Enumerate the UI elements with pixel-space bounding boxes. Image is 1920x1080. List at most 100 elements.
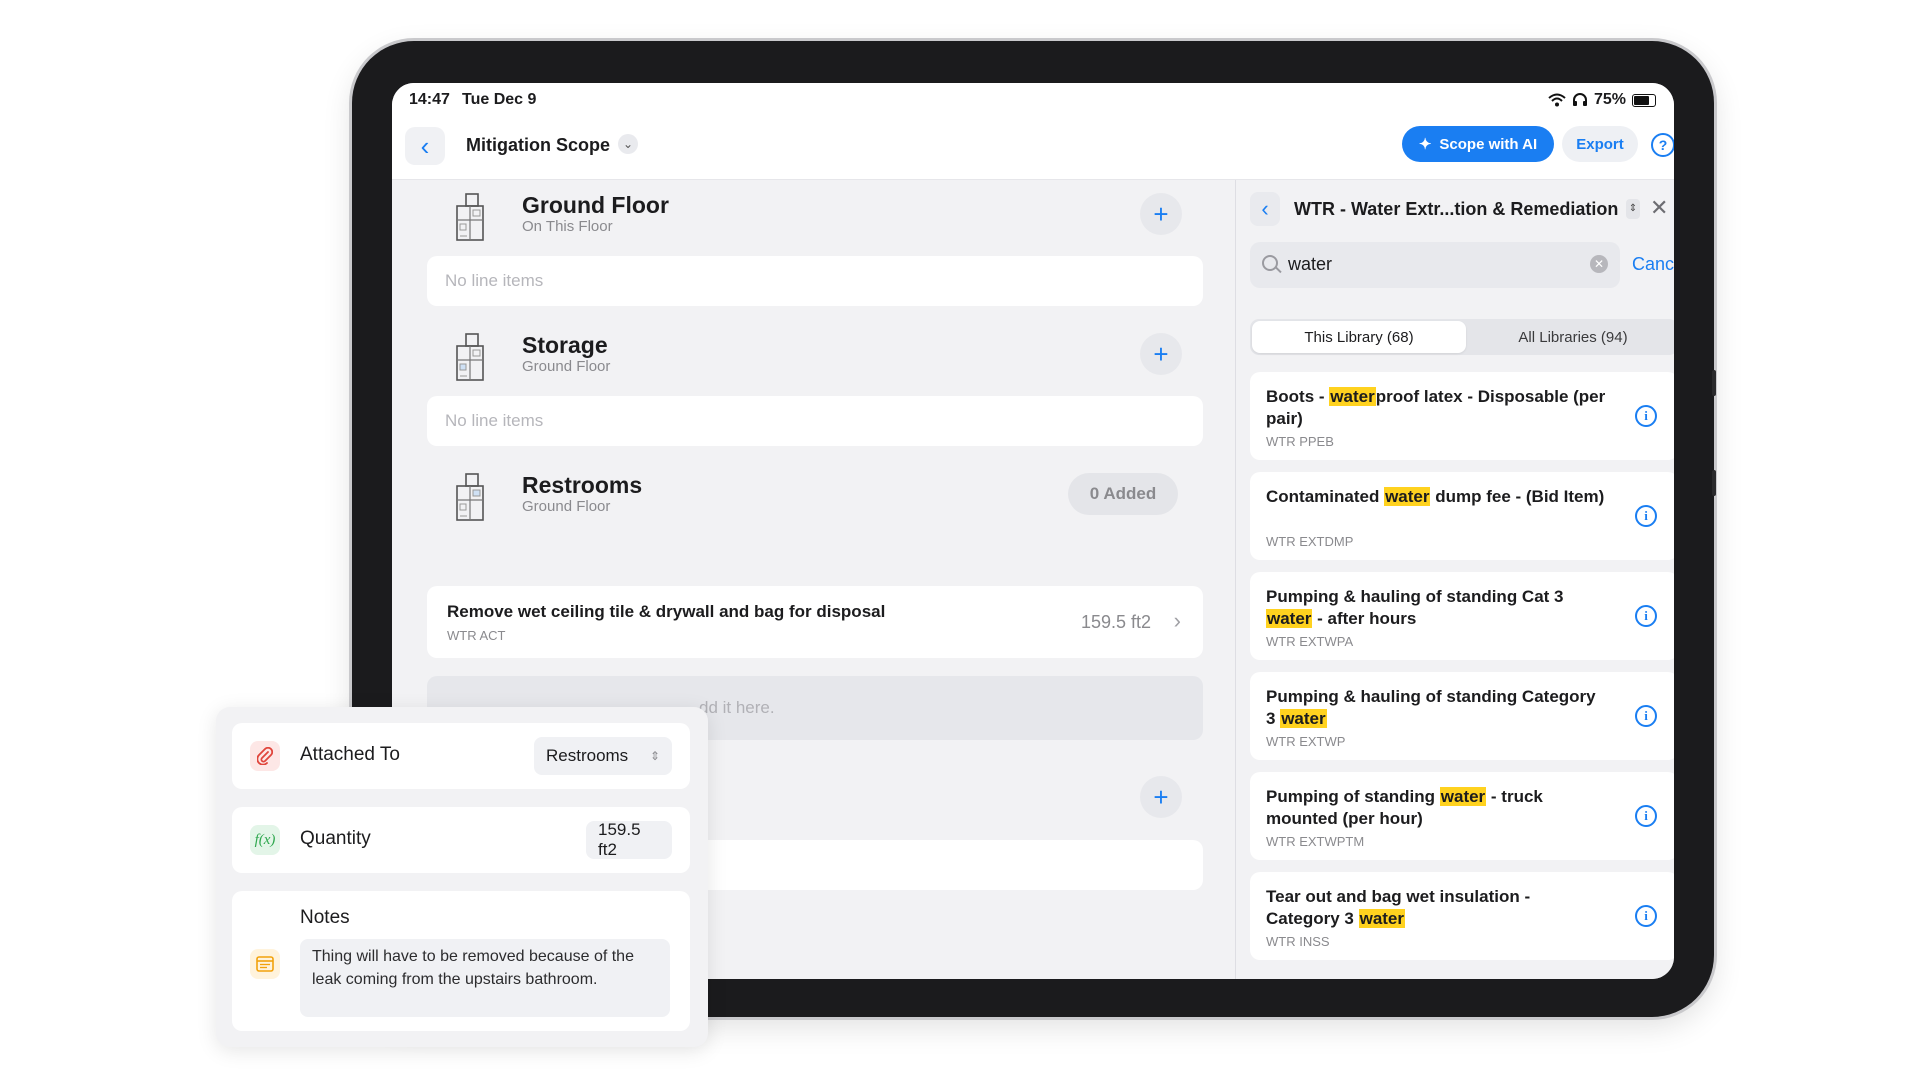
attached-to-value: Restrooms xyxy=(546,746,629,765)
search-match-highlight: water xyxy=(1266,609,1313,628)
wifi-icon xyxy=(1548,93,1566,107)
chevron-left-icon: ‹ xyxy=(420,130,430,161)
plus-icon: + xyxy=(1153,338,1169,369)
line-item-library-panel: ‹ WTR - Water Extr...tion & Remediation … xyxy=(1235,180,1674,979)
status-time: 14:47 xyxy=(409,91,450,108)
line-item-code: WTR ACT xyxy=(447,628,506,643)
result-title-text: Pumping of standing xyxy=(1266,787,1440,806)
info-icon[interactable]: i xyxy=(1635,405,1657,427)
add-item-button[interactable]: + xyxy=(1140,776,1182,818)
quantity-field[interactable]: 159.5 ft2 xyxy=(586,820,672,859)
search-result-item[interactable]: Contaminated water dump fee - (Bid Item)… xyxy=(1250,472,1674,560)
drop-zone-hint: dd it here. xyxy=(699,698,775,717)
result-title: Contaminated water dump fee - (Bid Item) xyxy=(1266,486,1606,508)
attached-to-select[interactable]: Restrooms ⇕ xyxy=(534,737,672,775)
search-result-item[interactable]: Pumping of standing water - truck mounte… xyxy=(1250,772,1674,860)
result-code: WTR EXTWP xyxy=(1266,734,1346,749)
search-input[interactable]: water ✕ xyxy=(1250,242,1620,288)
result-title-text: Pumping & hauling of standing Cat 3 xyxy=(1266,587,1564,606)
room-title: Ground Floor xyxy=(522,192,669,218)
result-title: Pumping & hauling of standing Cat 3 wate… xyxy=(1266,586,1606,630)
status-bar: 14:47 Tue Dec 9 75% xyxy=(392,83,1674,117)
paperclip-icon xyxy=(250,741,280,771)
chevron-down-icon[interactable]: ⌄ xyxy=(618,134,638,154)
result-title-text: Contaminated xyxy=(1266,487,1385,506)
plus-icon: + xyxy=(1153,781,1169,812)
search-result-item[interactable]: Boots - waterproof latex - Disposable (p… xyxy=(1250,372,1674,460)
question-circle-icon[interactable]: ? xyxy=(1651,133,1674,157)
headphones-icon xyxy=(1572,93,1587,106)
result-title: Tear out and bag wet insulation - Catego… xyxy=(1266,886,1606,930)
close-icon[interactable]: ✕ xyxy=(1650,195,1668,221)
device-side-button xyxy=(1712,470,1716,496)
notes-icon xyxy=(250,949,280,979)
info-icon[interactable]: i xyxy=(1635,505,1657,527)
room-title: Restrooms xyxy=(522,472,643,498)
clear-icon[interactable]: ✕ xyxy=(1590,255,1608,273)
info-icon[interactable]: i xyxy=(1635,905,1657,927)
room-subtitle: On This Floor xyxy=(522,218,613,235)
panel-back-button[interactable]: ‹ xyxy=(1250,192,1280,226)
room-header-restrooms[interactable]: Restrooms Ground Floor 0 Added xyxy=(392,460,1234,540)
notes-label: Notes xyxy=(300,907,350,928)
battery-percent: 75% xyxy=(1593,91,1626,108)
back-button[interactable]: ‹ xyxy=(405,127,445,165)
room-header-storage[interactable]: Storage Ground Floor + xyxy=(392,320,1234,400)
quantity-row: f(x) Quantity 159.5 ft2 xyxy=(232,807,690,873)
notes-textarea[interactable]: Thing will have to be removed because of… xyxy=(300,939,670,1017)
room-subtitle: Ground Floor xyxy=(522,358,611,375)
room-header-ground-floor[interactable]: Ground Floor On This Floor + xyxy=(392,180,1234,260)
tab-this-library[interactable]: This Library (68) xyxy=(1252,321,1466,353)
added-count-badge[interactable]: 0 Added xyxy=(1068,473,1178,515)
result-title-text: - after hours xyxy=(1312,609,1417,628)
result-title: Pumping & hauling of standing Category 3… xyxy=(1266,686,1606,730)
plus-icon: + xyxy=(1153,198,1169,229)
empty-line-items: No line items xyxy=(427,256,1203,306)
search-match-highlight: water xyxy=(1280,709,1327,728)
sparkle-icon: ✦ xyxy=(1418,136,1432,153)
nav-bar: ‹ Mitigation Scope ⌄ ✦ Scope with AI Exp… xyxy=(392,117,1674,180)
status-indicators: 75% xyxy=(1548,91,1656,109)
search-value: water xyxy=(1288,254,1333,274)
quantity-label: Quantity xyxy=(300,828,371,849)
search-match-highlight: water xyxy=(1439,787,1487,806)
empty-line-items: No line items xyxy=(427,396,1203,446)
chevron-up-down-icon[interactable]: ⇕ xyxy=(1626,199,1640,219)
line-item-quantity: 159.5 ft2 xyxy=(1080,612,1151,632)
scope-with-ai-button[interactable]: ✦ Scope with AI xyxy=(1402,126,1554,162)
floor-plan-icon xyxy=(456,193,484,241)
info-icon[interactable]: i xyxy=(1635,605,1657,627)
result-code: WTR INSS xyxy=(1266,934,1330,949)
info-icon[interactable]: i xyxy=(1635,805,1657,827)
line-item[interactable]: Remove wet ceiling tile & drywall and ba… xyxy=(427,586,1203,658)
add-item-button[interactable]: + xyxy=(1140,333,1182,375)
cancel-button[interactable]: Cancel xyxy=(1632,254,1674,275)
search-result-item[interactable]: Pumping & hauling of standing Category 3… xyxy=(1250,672,1674,760)
result-code: WTR EXTWPA xyxy=(1266,634,1354,649)
tab-all-libraries[interactable]: All Libraries (94) xyxy=(1468,321,1674,353)
attached-to-row: Attached To Restrooms ⇕ xyxy=(232,723,690,789)
status-date: Tue Dec 9 xyxy=(462,91,537,108)
export-button[interactable]: Export xyxy=(1562,126,1638,162)
result-title-text: Boots - xyxy=(1266,387,1330,406)
line-item-title: Remove wet ceiling tile & drywall and ba… xyxy=(447,602,886,621)
device-side-button xyxy=(1712,370,1716,396)
room-title: Storage xyxy=(522,332,608,358)
attached-to-label: Attached To xyxy=(300,744,401,765)
panel-title[interactable]: WTR - Water Extr...tion & Remediation xyxy=(1294,199,1618,220)
room-subtitle: Ground Floor xyxy=(522,498,611,515)
add-item-button[interactable]: + xyxy=(1140,193,1182,235)
result-title: Pumping of standing water - truck mounte… xyxy=(1266,786,1606,830)
scope-with-ai-label: Scope with AI xyxy=(1439,135,1538,153)
floor-plan-icon xyxy=(456,333,484,381)
battery-icon xyxy=(1632,93,1656,107)
result-title: Boots - waterproof latex - Disposable (p… xyxy=(1266,386,1606,430)
page-title[interactable]: Mitigation Scope xyxy=(466,135,610,156)
library-segmented-control: This Library (68) All Libraries (94) xyxy=(1250,319,1674,355)
info-icon[interactable]: i xyxy=(1635,705,1657,727)
panel-header: ‹ WTR - Water Extr...tion & Remediation … xyxy=(1236,180,1674,242)
notes-row: Notes Thing will have to be removed beca… xyxy=(232,891,690,1031)
search-result-item[interactable]: Tear out and bag wet insulation - Catego… xyxy=(1250,872,1674,960)
result-code: WTR EXTDMP xyxy=(1266,534,1354,549)
search-result-item[interactable]: Pumping & hauling of standing Cat 3 wate… xyxy=(1250,572,1674,660)
